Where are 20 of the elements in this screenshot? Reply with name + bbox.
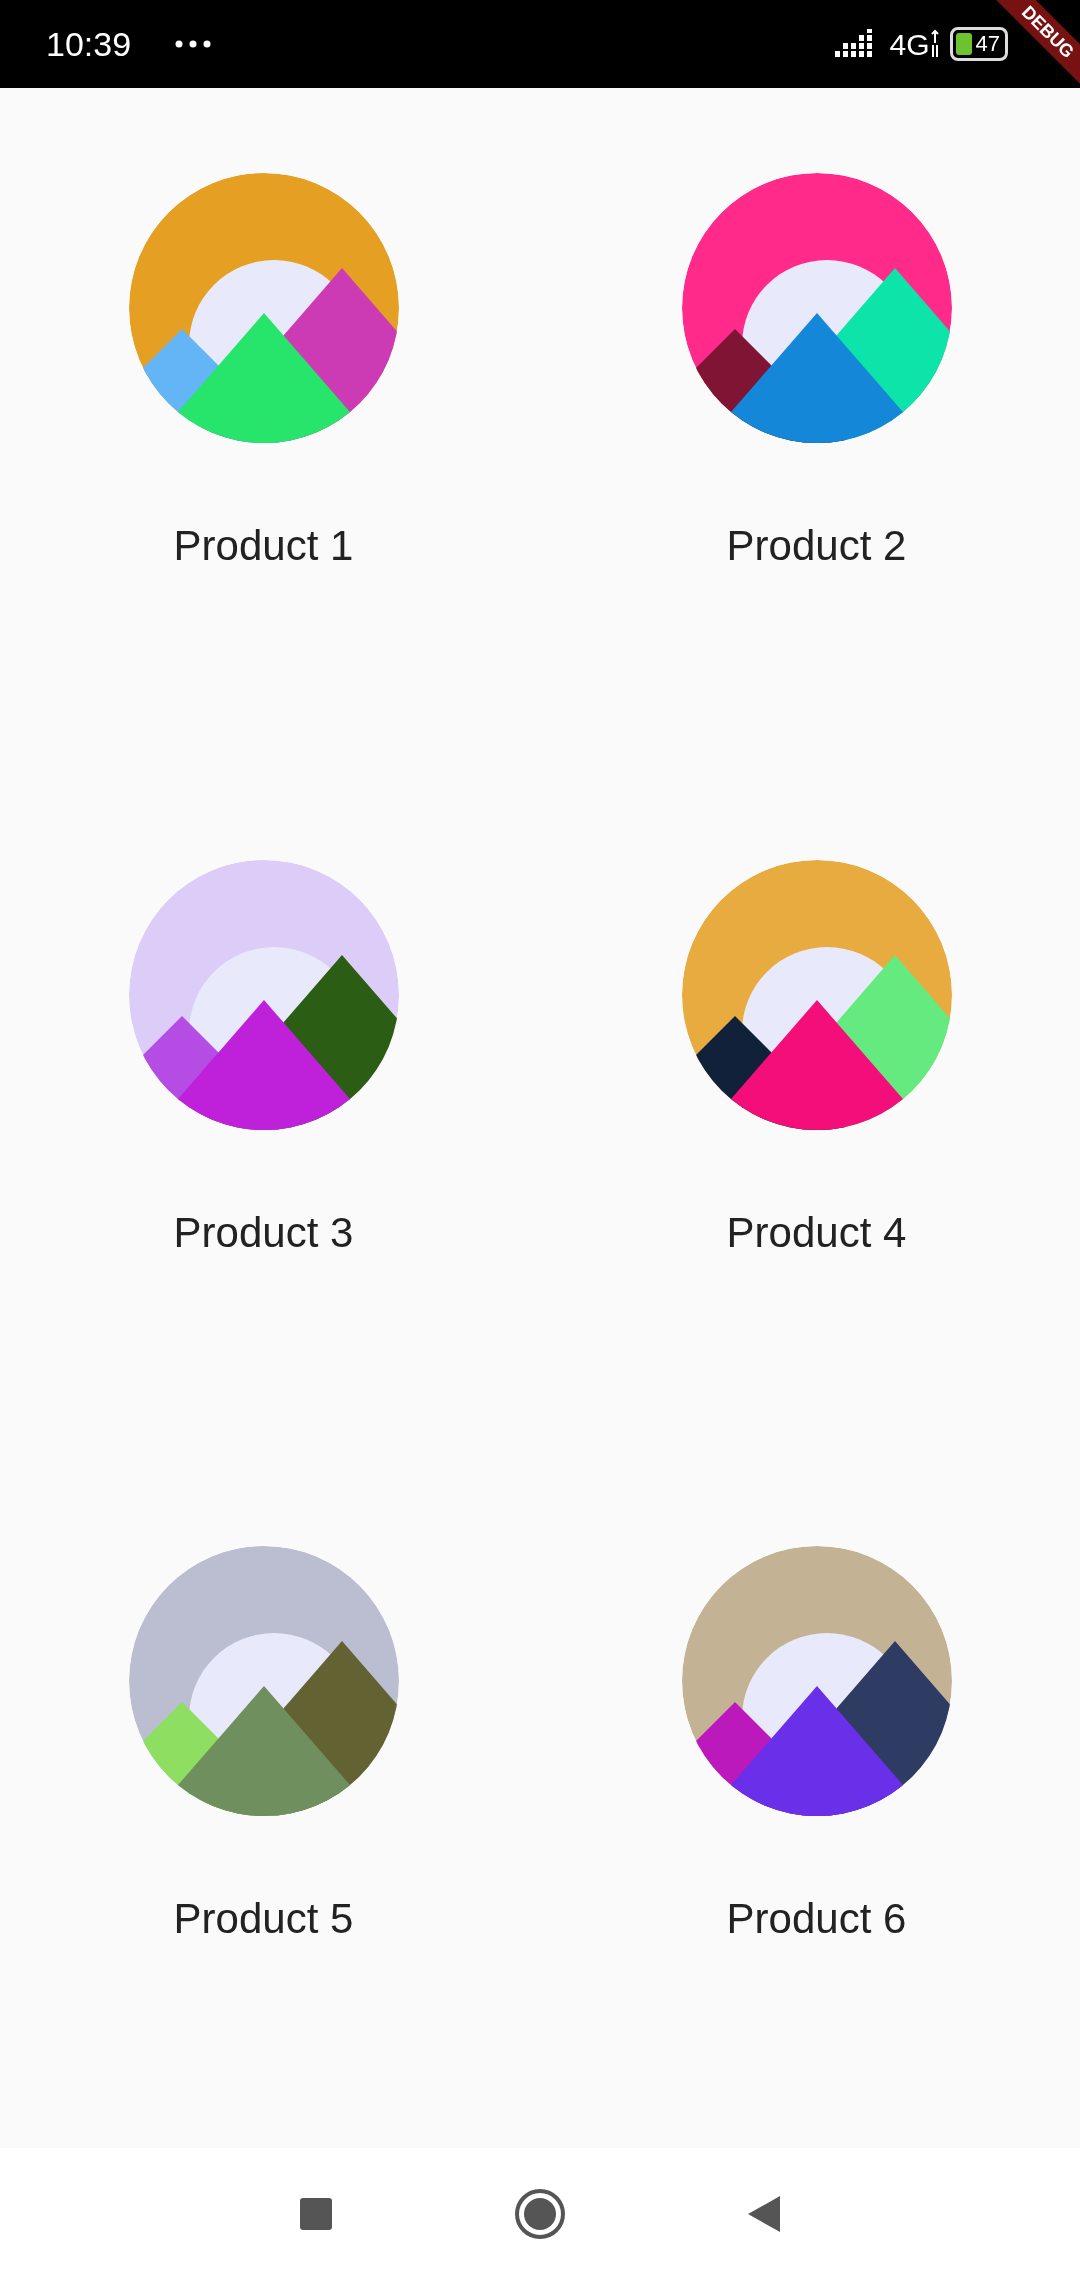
mountain-logo-icon xyxy=(128,173,399,443)
more-dots-icon xyxy=(175,40,212,48)
network-type: 4G xyxy=(889,26,930,63)
product-name: Product 1 xyxy=(173,521,354,571)
back-icon[interactable] xyxy=(746,2194,782,2234)
product-name: Product 6 xyxy=(726,1894,907,1945)
mountain-logo-icon xyxy=(681,859,952,1130)
recent-apps-icon[interactable] xyxy=(298,2196,334,2232)
mountain-logo-icon xyxy=(128,859,399,1130)
product-name: Product 4 xyxy=(726,1207,907,1258)
data-arrows-icon xyxy=(929,29,940,59)
home-icon[interactable] xyxy=(514,2188,566,2240)
mountain-logo-icon xyxy=(681,173,952,443)
product-name: Product 3 xyxy=(173,1207,354,1258)
mountain-logo-icon xyxy=(128,1546,399,1817)
product-name: Product 2 xyxy=(726,521,907,571)
clock-time: 10:39 xyxy=(46,23,132,65)
product-name: Product 5 xyxy=(173,1894,354,1945)
mountain-logo-icon xyxy=(681,1546,952,1817)
battery-indicator: 47 xyxy=(949,27,1008,61)
